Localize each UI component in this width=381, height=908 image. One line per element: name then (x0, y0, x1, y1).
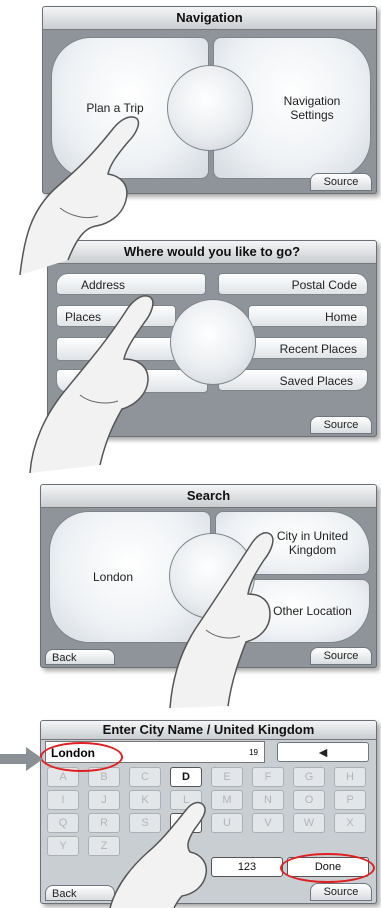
key-v[interactable]: V (252, 813, 284, 833)
source-button[interactable]: Source (310, 416, 372, 434)
key-d[interactable]: D (170, 767, 202, 787)
key-w[interactable]: W (293, 813, 325, 833)
key-q[interactable]: Q (47, 813, 79, 833)
done-highlight-ellipse (280, 853, 375, 883)
pointing-hand-icon (169, 532, 274, 709)
key-g[interactable]: G (293, 767, 325, 787)
key-f[interactable]: F (252, 767, 284, 787)
key-n[interactable]: N (252, 790, 284, 810)
back-button[interactable]: Back (45, 649, 115, 665)
pointing-hand-icon (109, 801, 208, 908)
input-highlight-ellipse (40, 742, 123, 772)
key-c[interactable]: C (129, 767, 161, 787)
recent-places-button[interactable]: Recent Places (248, 337, 368, 359)
recent-places-label: Recent Places (279, 342, 357, 356)
navigation-settings-label: Navigation Settings (283, 94, 341, 122)
key-i[interactable]: I (47, 790, 79, 810)
key-x[interactable]: X (334, 813, 366, 833)
saved-places-label: Saved Places (279, 374, 353, 388)
postal-code-label: Postal Code (291, 278, 357, 292)
home-button[interactable]: Home (248, 305, 368, 327)
pointer-arrow-icon (0, 747, 43, 771)
key-e[interactable]: E (211, 767, 243, 787)
source-button[interactable]: Source (310, 883, 372, 901)
key-h[interactable]: H (334, 767, 366, 787)
screen-title: Search (41, 485, 376, 508)
pointing-hand-icon (29, 295, 154, 474)
home-label: Home (324, 310, 357, 324)
postal-code-button[interactable]: Postal Code (218, 273, 368, 295)
source-button[interactable]: Source (310, 173, 372, 191)
key-o[interactable]: O (293, 790, 325, 810)
london-label: London (92, 570, 134, 584)
center-dial[interactable] (167, 65, 253, 151)
screen-title: Navigation (43, 7, 376, 30)
pointing-hand-icon (19, 116, 140, 276)
key-y[interactable]: Y (47, 836, 79, 856)
source-button[interactable]: Source (310, 647, 372, 665)
key-p[interactable]: P (334, 790, 366, 810)
